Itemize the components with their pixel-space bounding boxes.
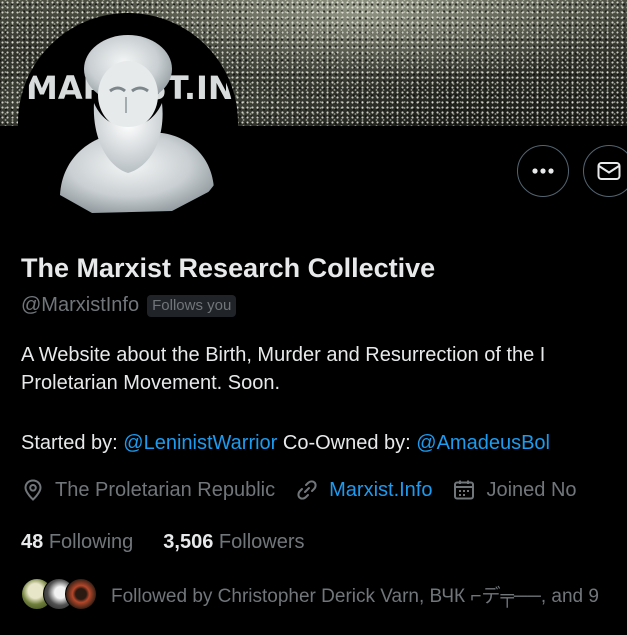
message-button[interactable] [583, 145, 627, 197]
profile-name: The Marxist Research Collective [21, 253, 436, 283]
leninist-warrior-link[interactable]: @LeninistWarrior [123, 432, 277, 454]
profile-avatar[interactable]: MARXIST.INFO [22, 17, 234, 229]
more-dots-icon [532, 168, 554, 174]
marx-bust-image: MARXIST.INFO [22, 17, 234, 229]
follows-you-badge: Follows you [147, 294, 237, 317]
website-item[interactable]: Marxist.Info [295, 478, 432, 502]
started-by-label: Started by: [21, 432, 124, 454]
location-item: The Proletarian Republic [21, 478, 275, 502]
followers-label: Followers [218, 531, 305, 553]
handle-row: @MarxistInfo Follows you [21, 294, 237, 317]
profile-handle: @MarxistInfo [21, 294, 140, 316]
bio-credits: Started by: @LeninistWarrior Co-Owned by… [21, 429, 627, 457]
profile-bio: A Website about the Birth, Murder and Re… [21, 341, 627, 457]
followers-stat[interactable]: 3,506 Followers [163, 531, 304, 554]
followers-count: 3,506 [163, 531, 214, 553]
website-link[interactable]: Marxist.Info [329, 479, 432, 502]
following-stat[interactable]: 48 Following [21, 531, 133, 554]
followed-by-text: Followed by Christopher Derick Varn, ВЧК… [111, 585, 599, 607]
follow-stats: 48 Following 3,506 Followers [21, 531, 335, 554]
following-label: Following [48, 531, 134, 553]
more-options-button[interactable] [517, 145, 569, 197]
amadeus-link[interactable]: @AmadeusBol [416, 432, 550, 454]
envelope-icon [597, 162, 621, 180]
calendar-icon [454, 480, 475, 500]
co-owned-label: Co-Owned by: [277, 432, 417, 454]
joined-item: Joined No [452, 478, 577, 502]
location-pin-icon [24, 479, 42, 501]
bio-line-2: Proletarian Movement. Soon. [21, 372, 281, 394]
followers-you-know[interactable]: Followed by Christopher Derick Varn, ВЧК… [21, 578, 599, 610]
bio-line-1: A Website about the Birth, Murder and Re… [21, 344, 546, 366]
avatar [65, 578, 97, 610]
joined-text: Joined No [486, 478, 577, 501]
following-count: 48 [21, 531, 44, 553]
mutual-avatars [21, 578, 97, 610]
location-text: The Proletarian Republic [55, 478, 276, 501]
link-icon [297, 480, 317, 500]
profile-meta: The Proletarian Republic Marxist.Info Jo… [21, 478, 597, 502]
